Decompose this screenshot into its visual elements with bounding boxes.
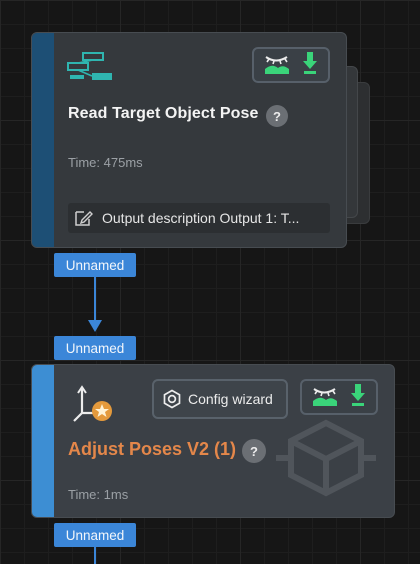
green-down-arrow-icon[interactable]	[349, 382, 367, 412]
node-title: Adjust Poses V2 (1)	[68, 439, 237, 459]
output-description-text: Output description Output 1: T...	[102, 210, 300, 226]
connection-wire	[94, 547, 96, 564]
node-adjust-poses-v2[interactable]: Config wizard Adjust Poses V2 (1) ? Time…	[31, 364, 395, 518]
eye-landscape-icon[interactable]	[263, 50, 291, 80]
edit-note-icon[interactable]	[74, 209, 94, 227]
visualize-download-group[interactable]	[300, 379, 378, 415]
output-port[interactable]: Unnamed	[54, 523, 136, 547]
green-down-arrow-icon[interactable]	[301, 50, 319, 80]
output-port[interactable]: Unnamed	[54, 253, 136, 277]
output-description-row[interactable]: Output description Output 1: T...	[68, 203, 330, 233]
help-icon[interactable]: ?	[242, 439, 266, 463]
config-wizard-label: Config wizard	[188, 391, 273, 407]
help-icon[interactable]: ?	[266, 105, 288, 127]
node-title: Read Target Object Pose	[68, 105, 259, 122]
config-wizard-button[interactable]: Config wizard	[152, 379, 288, 419]
visualize-download-group[interactable]	[252, 47, 330, 83]
input-port[interactable]: Unnamed	[54, 336, 136, 360]
pose-axes-star-icon	[70, 383, 116, 427]
node-time: Time: 475ms	[68, 155, 143, 170]
node-accent-bar	[32, 365, 54, 517]
hexagon-gear-icon	[162, 389, 182, 409]
network-nodes-icon	[66, 51, 114, 89]
arrow-down-icon	[87, 318, 103, 337]
node-accent-bar	[32, 33, 54, 247]
cube-watermark-icon	[276, 413, 376, 507]
node-read-target-object-pose[interactable]: Read Target Object Pose ? Time: 475ms Ou…	[31, 32, 347, 248]
node-time: Time: 1ms	[68, 487, 129, 502]
eye-landscape-icon[interactable]	[311, 382, 339, 412]
connection-wire	[94, 277, 96, 321]
